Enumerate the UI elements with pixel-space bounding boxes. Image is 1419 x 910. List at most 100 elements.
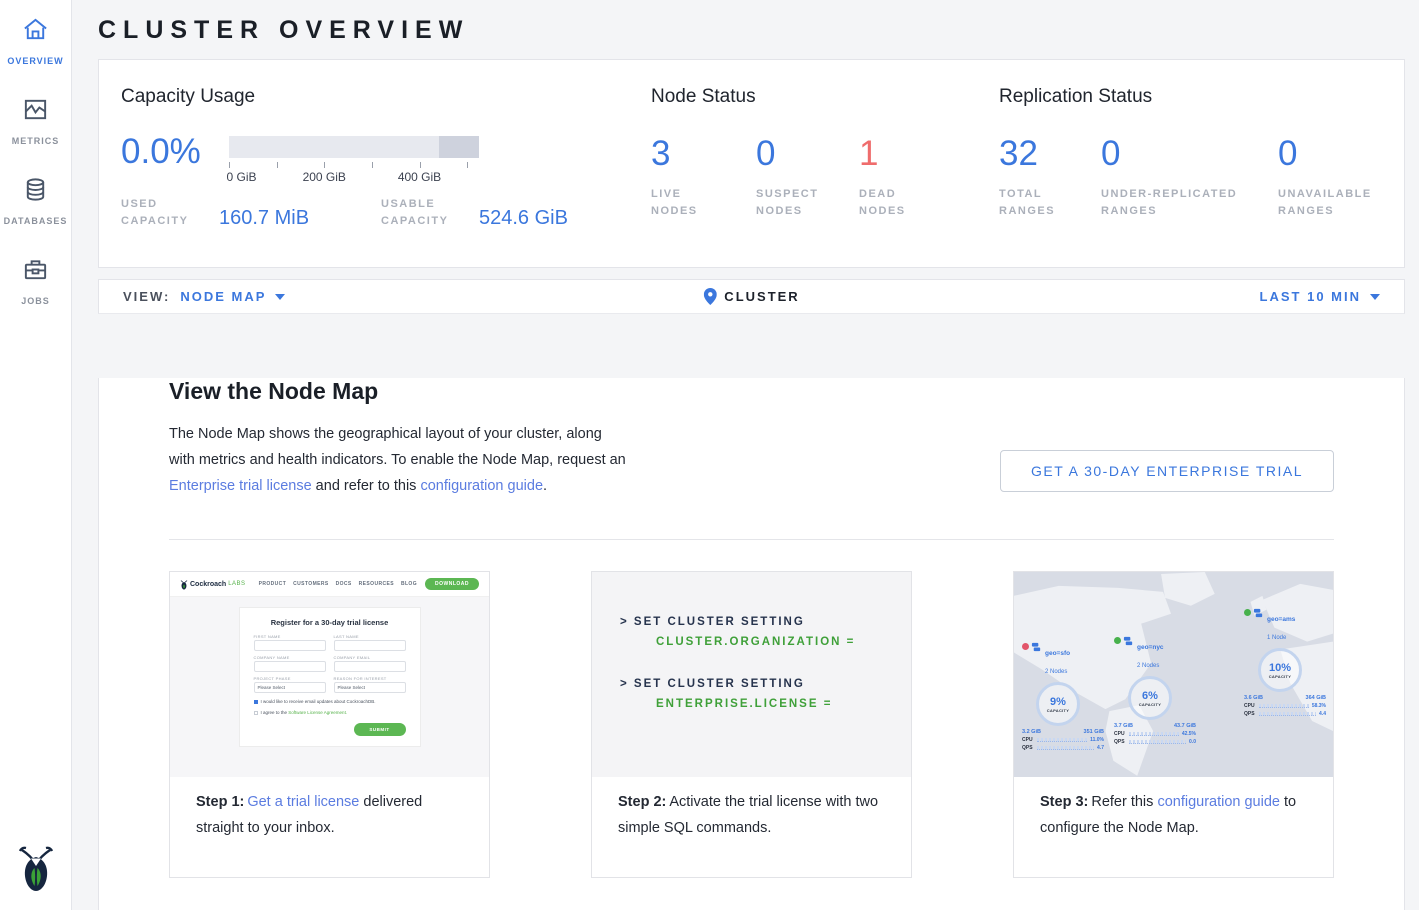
mini-license-link: Software License Agreement. [288,710,347,715]
node-status-section: Node Status 3 LIVE NODES 0 SUSPECT NODES… [651,86,959,220]
mini-input [254,640,326,651]
capacity-percent: 0.0% [121,132,229,184]
database-icon [22,176,49,208]
caption-text: Refer this [1091,794,1157,810]
used-capacity-value: 160.7 MiB [219,207,329,230]
mini-registration-form: Register for a 30-day trial license FIRS… [239,607,421,747]
get-trial-license-link[interactable]: Get a trial license [247,794,359,810]
suspect-nodes-value: 0 [756,134,859,174]
live-nodes-stat: 3 LIVE NODES [651,134,756,220]
mini-field-label: PROJECT PHASE [254,676,326,681]
qps-value: 0.0 [1189,739,1196,745]
mini-submit-button: SUBMIT [354,723,406,736]
status-dot-green-icon [1114,637,1121,644]
step-3-caption: Step 3:Refer this configuration guide to… [1014,777,1333,853]
main-content: CLUSTER OVERVIEW Capacity Usage 0.0% [72,0,1419,910]
mini-nav-item: RESOURCES [359,581,394,587]
node-cluster-icon [1031,642,1042,653]
mini-field-label: REASON FOR INTEREST [334,676,406,681]
mini-checkbox-unchecked [254,711,258,715]
sidebar-item-label: METRICS [12,136,60,146]
mini-checkbox-checked [254,700,258,704]
dead-nodes-stat: 1 DEAD NODES [859,134,959,220]
qps-label: QPS [1114,739,1126,745]
cpu-label: CPU [1114,731,1126,737]
qps-value: 4.7 [1097,745,1104,751]
view-toolbar: VIEW: NODE MAP CLUSTER LAST 10 MIN [98,279,1405,314]
used-capacity: 3.6 GiB [1244,695,1263,701]
dead-nodes-label: DEAD NODES [859,186,929,220]
locality-name: geo=ams [1267,616,1295,623]
cpu-sparkline [1037,738,1087,742]
cpu-sparkline [1129,732,1179,736]
capacity-gauge: 6% CAPACITY [1128,676,1172,720]
status-dot-green-icon [1244,609,1251,616]
configuration-guide-link[interactable]: configuration guide [420,478,543,494]
mini-checkbox-label: I would like to receive email updates ab… [261,699,376,704]
briefcase-icon [22,256,49,288]
sidebar-item-overview[interactable]: OVERVIEW [7,16,63,66]
mini-form-title: Register for a 30-day trial license [254,618,406,627]
used-capacity: 3.7 GiB [1114,723,1133,729]
total-capacity: 364 GiB [1306,695,1326,701]
sidebar-item-jobs[interactable]: JOBS [21,256,50,306]
enterprise-trial-license-link[interactable]: Enterprise trial license [169,478,312,494]
capacity-usage-section: Capacity Usage 0.0% 0 GiB 20 [121,86,641,230]
step-1-label: Step 1: [196,794,244,810]
time-range-selector[interactable]: LAST 10 MIN [1260,289,1380,304]
qps-sparkline [1259,712,1316,716]
description-text: . [543,478,547,494]
mini-field-label: COMPANY NAME [254,655,326,660]
locality-node-count: 2 Nodes [1045,669,1067,675]
capacity-gauge: 9% CAPACITY [1036,682,1080,726]
get-enterprise-trial-button[interactable]: GET A 30-DAY ENTERPRISE TRIAL [1000,450,1334,492]
sql-command-line: > SET CLUSTER SETTING [620,616,911,628]
sidebar-item-label: OVERVIEW [7,56,63,66]
sidebar-item-databases[interactable]: DATABASES [4,176,68,226]
locality-name: geo=nyc [1137,644,1164,651]
total-ranges-label: TOTAL RANGES [999,186,1069,220]
cpu-value: 11.0% [1090,737,1104,743]
view-label: VIEW: [123,289,170,304]
usable-capacity-value: 524.6 GiB [479,207,589,230]
time-range-value: LAST 10 MIN [1260,289,1361,304]
step-2-caption: Step 2:Activate the trial license with t… [592,777,911,853]
capacity-gauge: 10% CAPACITY [1258,648,1302,692]
mini-input [254,661,326,672]
under-replicated-ranges-label: UNDER-REPLICATED RANGES [1101,186,1261,220]
mini-download-button: DOWNLOAD [425,578,479,590]
sql-commands-block: > SET CLUSTER SETTING CLUSTER.ORGANIZATI… [592,572,911,777]
sql-command-line: > SET CLUSTER SETTING [620,678,911,690]
locality-node-count: 1 Node [1267,635,1286,641]
live-nodes-value: 3 [651,134,756,174]
mini-logo-text: Cockroach [190,581,226,588]
mini-field-label: FIRST NAME [254,634,326,639]
under-replicated-ranges-value: 0 [1101,134,1278,174]
step-2-label: Step 2: [618,794,666,810]
cluster-breadcrumb-label: CLUSTER [724,289,799,304]
qps-sparkline [1037,746,1094,750]
view-selector[interactable]: NODE MAP [180,289,285,304]
mini-input [334,640,406,651]
capacity-caption: CAPACITY [1269,674,1292,679]
description-text: The Node Map shows the geographical layo… [169,426,626,468]
sidebar-item-label: DATABASES [4,216,68,226]
mini-cockroach-logo: Cockroach LABS [180,579,246,590]
mini-nav-item: DOCS [336,581,352,587]
step-2-card: > SET CLUSTER SETTING CLUSTER.ORGANIZATI… [591,571,912,878]
sql-command-arg: CLUSTER.ORGANIZATION = [656,636,911,648]
configuration-guide-link[interactable]: configuration guide [1157,794,1280,810]
cpu-value: 42.5% [1182,731,1196,737]
sidebar-item-metrics[interactable]: METRICS [12,96,60,146]
step-1-card: Cockroach LABS PRODUCT CUSTOMERS DOCS RE… [169,571,490,878]
node-map-description: The Node Map shows the geographical layo… [169,421,631,499]
map-node-nyc: geo=nyc 2 Nodes 6% CAPACITY 3.7 GiB 43.7 [1114,636,1210,745]
total-capacity: 351 GiB [1084,729,1104,735]
map-node-sfo: geo=sfo 2 Nodes 9% CAPACITY 3.2 GiB 351 … [1022,642,1118,751]
mini-checkbox-label: I agree to the [261,710,289,715]
step-3-label: Step 3: [1040,794,1088,810]
node-map-preview: geo=sfo 2 Nodes 9% CAPACITY 3.2 GiB 351 … [1014,572,1333,777]
cpu-label: CPU [1022,737,1034,743]
description-text: and refer to this [312,478,421,494]
mini-nav-item: PRODUCT [259,581,287,587]
